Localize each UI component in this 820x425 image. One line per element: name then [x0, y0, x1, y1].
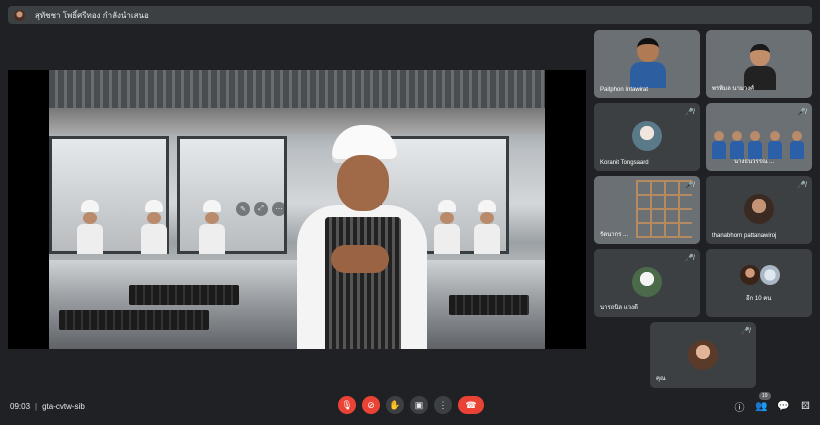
participant-tile[interactable]: 🎤̸ นารถนิล แวงดี	[594, 249, 700, 317]
participant-tile[interactable]: 🎤̸ thanabhorn pattanawiroj	[706, 176, 812, 244]
meeting-info: 09:03 | gta-cvtw-sib	[10, 402, 85, 411]
present-icon: ▣	[414, 399, 424, 410]
others-tile[interactable]: อีก 10 คน	[706, 249, 812, 317]
mic-off-icon: 🎤̸	[797, 109, 806, 116]
presenter-avatar	[14, 9, 25, 21]
others-count: อีก 10 คน	[746, 296, 772, 302]
separator: |	[35, 402, 38, 411]
participant-name: คุณ	[656, 376, 666, 382]
mic-off-icon: 🎤̸	[685, 255, 694, 262]
participant-name: พรพิมล นามวงศ์	[712, 86, 754, 92]
people-icon: 👥	[755, 401, 768, 412]
participant-tile[interactable]: 🎤̸ Koranit Tongsaard	[594, 103, 700, 171]
info-button[interactable]: ⓘ	[733, 400, 746, 414]
bottom-toolbar: 09:03 | gta-cvtw-sib 🎙 ⊘ ✋ ▣ ⋮ ☎ ⓘ 👥 19 …	[0, 392, 820, 425]
background-chef	[199, 200, 225, 256]
info-icon: ⓘ	[734, 403, 745, 414]
presenter-label: สุทัชชา โพธิ์ศรีทอง กำลังนำเสนอ	[35, 10, 149, 20]
stove-grates	[129, 285, 239, 305]
background-chef	[141, 200, 167, 256]
background-chef	[474, 200, 500, 256]
activities-icon: ⚄	[801, 401, 810, 412]
participant-name: นางธนวรรณ ...	[734, 159, 775, 165]
mic-off-icon: 🎙	[341, 399, 353, 410]
meeting-code: gta-cvtw-sib	[42, 402, 85, 411]
pin-icon[interactable]: ✎	[236, 202, 250, 216]
fullscreen-icon[interactable]: ⤢	[254, 202, 268, 216]
avatar	[632, 121, 662, 151]
mic-off-icon: 🎤̸	[685, 109, 694, 116]
main-stage: ✎ ⤢ ⋯	[8, 70, 586, 349]
participant-video	[636, 180, 692, 238]
participant-name: รัตนากร ...	[600, 232, 629, 238]
kitchen-window	[177, 136, 287, 254]
mic-off-icon: 🎤̸	[797, 182, 806, 189]
avatar	[744, 194, 774, 224]
avatar	[740, 265, 760, 285]
kitchen-hood	[49, 70, 545, 108]
self-tile[interactable]: 🎤̸ คุณ	[650, 322, 756, 388]
more-options-button[interactable]: ⋮	[434, 396, 452, 414]
present-button[interactable]: ▣	[410, 396, 428, 414]
participant-tile[interactable]: Paitphon Intawirat	[594, 30, 700, 98]
participant-count-badge: 19	[759, 392, 771, 400]
avatar	[760, 265, 780, 285]
end-call-icon: ☎	[465, 399, 477, 410]
participant-video	[630, 38, 666, 88]
participant-video	[790, 131, 804, 161]
participant-name: Paitphon Intawirat	[600, 87, 649, 93]
call-controls: 🎙 ⊘ ✋ ▣ ⋮ ☎	[338, 396, 484, 414]
main-chef	[277, 125, 427, 349]
end-call-button[interactable]: ☎	[458, 396, 484, 414]
presented-video	[49, 70, 545, 349]
participant-name: นารถนิล แวงดี	[600, 305, 638, 311]
background-chef	[77, 200, 103, 256]
camera-off-button[interactable]: ⊘	[362, 396, 380, 414]
chat-icon: 💬	[777, 401, 790, 412]
stove-grates	[59, 310, 209, 330]
avatar	[632, 267, 662, 297]
chat-button[interactable]: 💬	[777, 400, 790, 413]
participant-tile[interactable]: พรพิมล นามวงศ์	[706, 30, 812, 98]
videocam-off-icon: ⊘	[367, 399, 375, 410]
participant-name: Koranit Tongsaard	[600, 160, 649, 166]
presenting-banner: สุทัชชา โพธิ์ศรีทอง กำลังนำเสนอ	[8, 6, 812, 24]
more-icon[interactable]: ⋯	[272, 202, 286, 216]
participant-name: thanabhorn pattanawiroj	[712, 233, 777, 239]
pin-controls: ✎ ⤢ ⋯	[236, 202, 286, 216]
mic-off-button[interactable]: 🎙	[338, 396, 356, 414]
stove-grates	[449, 295, 529, 315]
raise-hand-button[interactable]: ✋	[386, 396, 404, 414]
mic-off-icon: 🎤̸	[741, 328, 750, 335]
participant-tile[interactable]: 🎤̸ รัตนากร ...	[594, 176, 700, 244]
background-chef	[434, 200, 460, 256]
avatar	[688, 340, 718, 370]
people-button[interactable]: 👥 19	[755, 392, 771, 413]
activities-button[interactable]: ⚄	[799, 400, 812, 413]
clock-time: 09:03	[10, 402, 31, 411]
raise-hand-icon: ✋	[389, 399, 401, 410]
side-panel-buttons: ⓘ 👥 19 💬 ⚄	[733, 392, 812, 414]
participant-tile[interactable]: 🎤̸ นางธนวรรณ ...	[706, 103, 812, 171]
participant-video	[712, 131, 726, 161]
more-options-icon: ⋮	[438, 399, 448, 410]
